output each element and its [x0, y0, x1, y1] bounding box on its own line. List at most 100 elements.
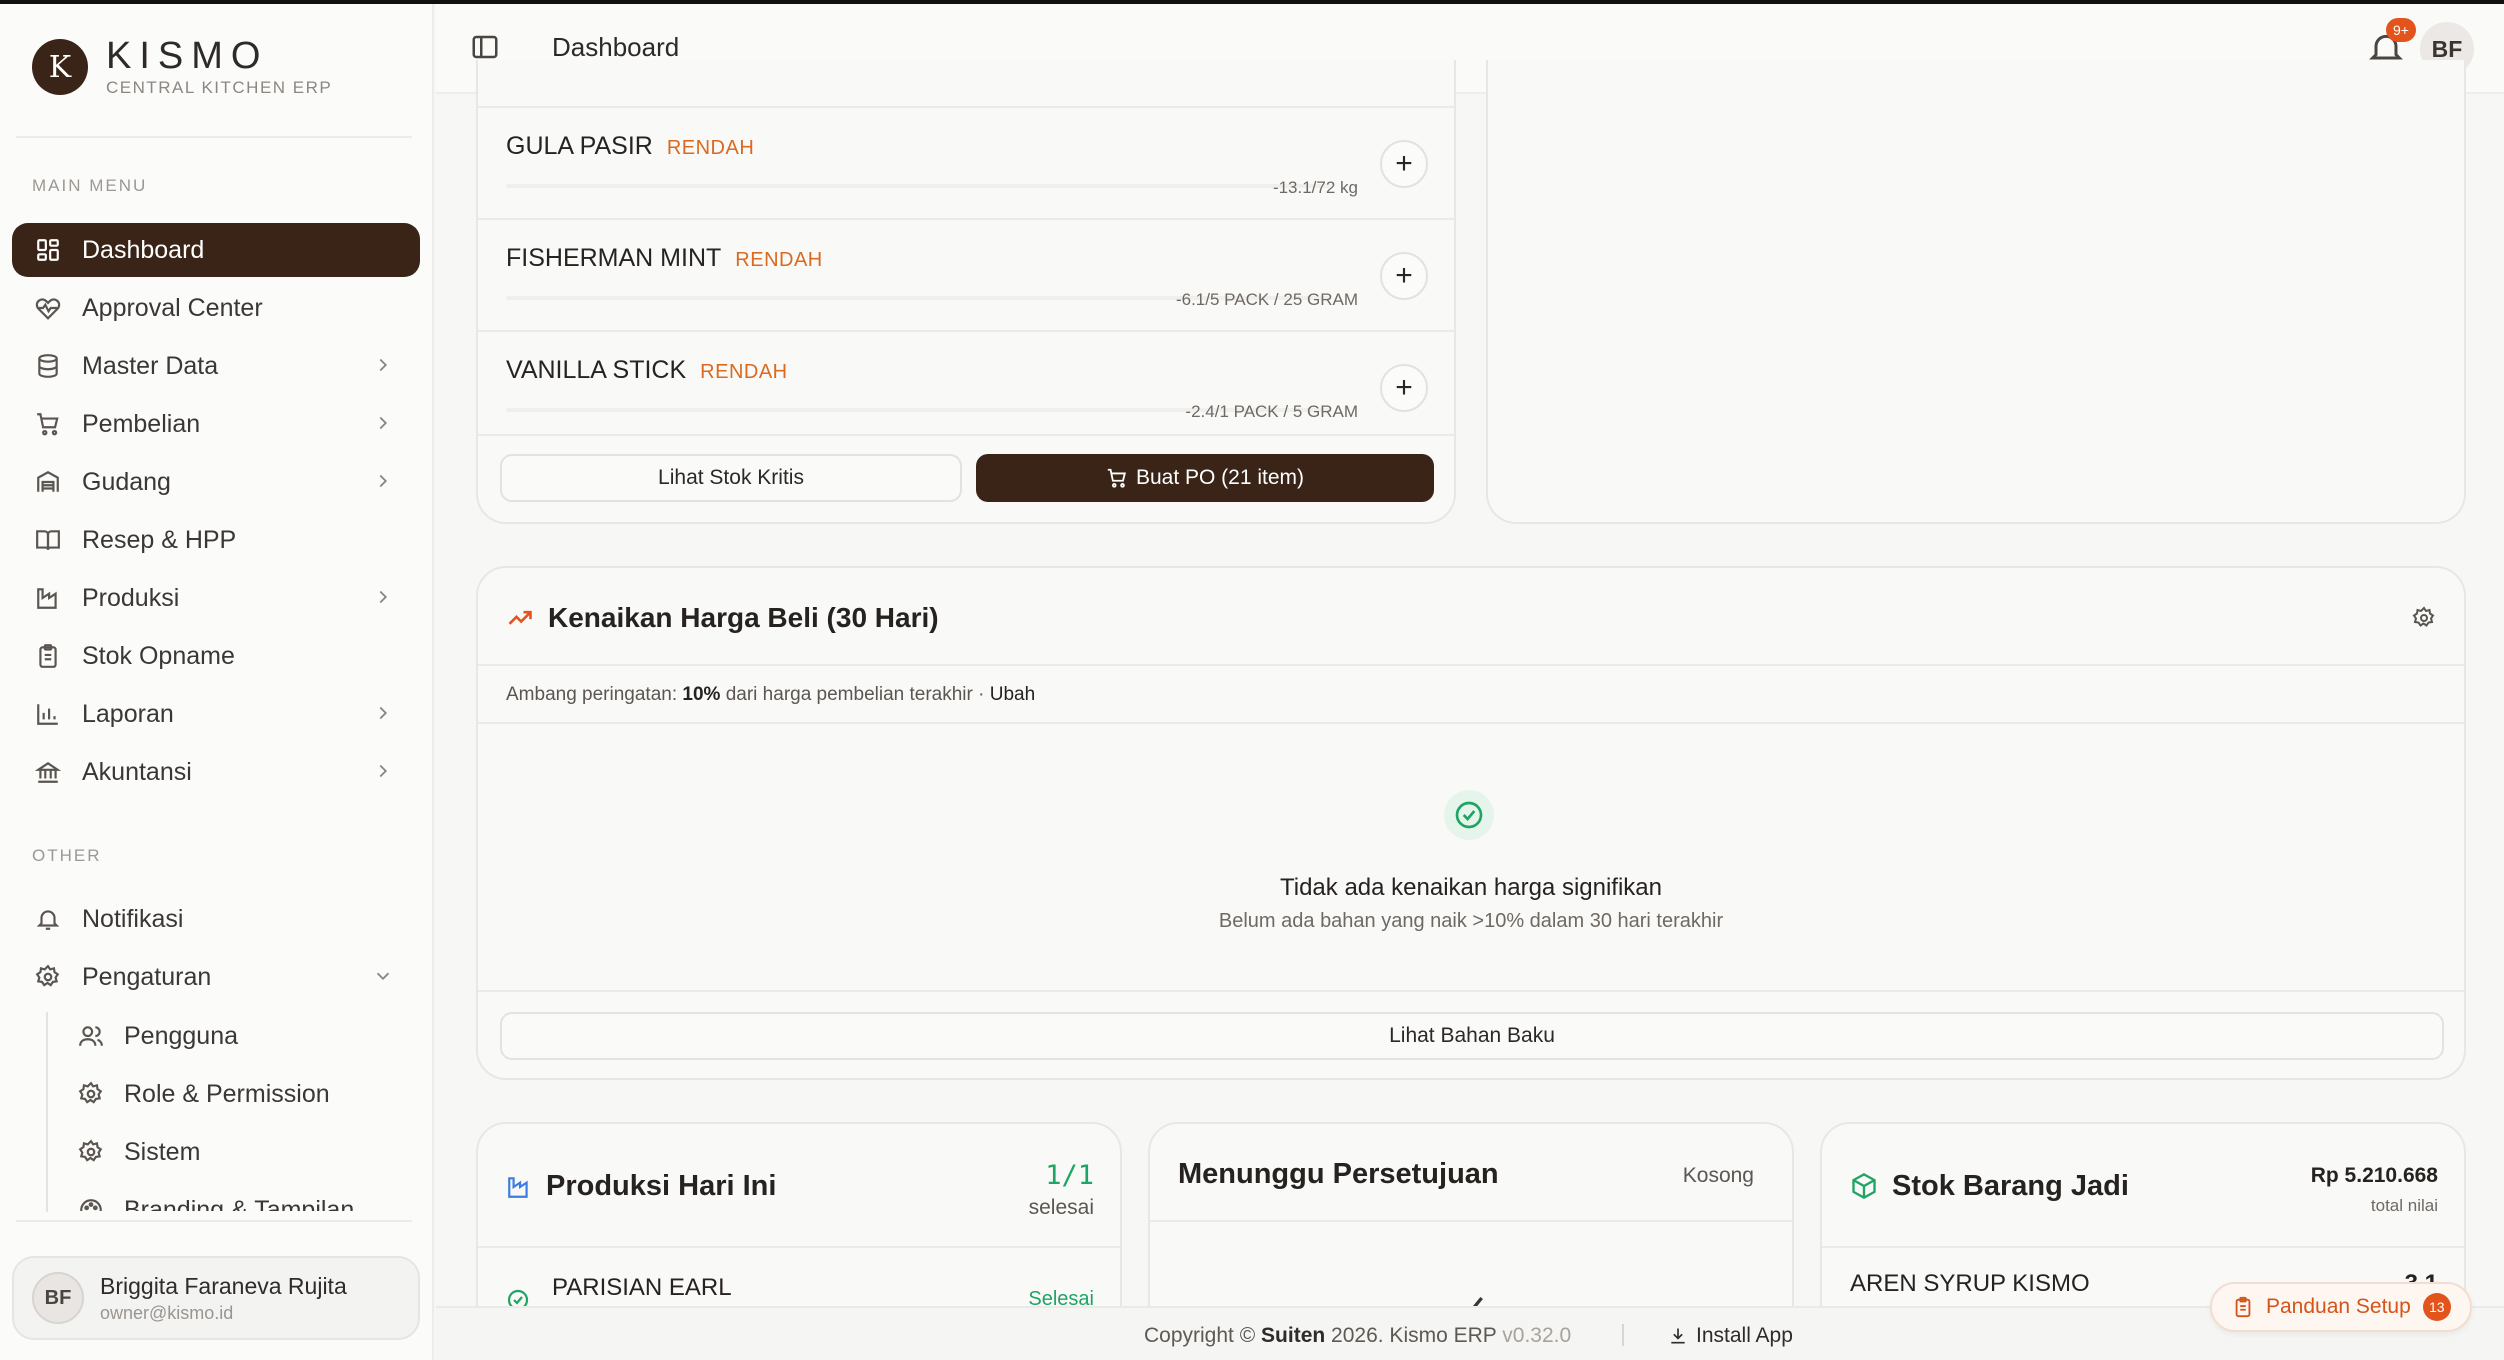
price-rise-card: Kenaikan Harga Beli (30 Hari) Ambang per… [476, 566, 2466, 1080]
install-app-button[interactable]: Install App [1668, 1324, 1793, 1348]
sidebar-item-label: Approval Center [82, 293, 263, 322]
package-icon [1852, 1172, 1876, 1200]
sidebar-item-resep-hpp[interactable]: Resep & HPP [12, 513, 420, 567]
sidebar-item-akuntansi[interactable]: Akuntansi [12, 745, 420, 799]
production-title: Produksi Hari Ini [546, 1170, 777, 1202]
database-icon [34, 352, 62, 380]
low-stock-card: GULA PASIR RENDAH -13.1/72 kg + FISHERMAN… [476, 60, 1456, 524]
sidebar-item-label: Gudang [82, 467, 171, 496]
sidebar-item-dashboard[interactable]: Dashboard [12, 223, 420, 277]
approval-status: Kosong [1682, 1164, 1754, 1187]
add-po-button[interactable]: + [1380, 364, 1428, 412]
sidebar-subitem-pengguna[interactable]: Pengguna [78, 1011, 418, 1061]
production-item-name: PARISIAN EARL [552, 1274, 732, 1301]
main-menu-label: MAIN MENU [32, 176, 148, 195]
change-threshold-link[interactable]: Ubah [990, 684, 1035, 705]
gear-icon [78, 1139, 104, 1165]
create-po-button[interactable]: Buat PO (21 item) [976, 454, 1434, 502]
check-circle-icon [1444, 790, 1494, 840]
sidebar-item-label: Pembelian [82, 409, 201, 438]
sidebar: K KISMO CENTRAL KITCHEN ERP MAIN MENU Da… [0, 0, 434, 1360]
sidebar-item-label: Akuntansi [82, 757, 192, 786]
sidebar-item-label: Resep & HPP [82, 525, 237, 554]
brand-subtitle: CENTRAL KITCHEN ERP [106, 78, 333, 97]
add-po-button[interactable]: + [1380, 252, 1428, 300]
factory-icon [508, 1177, 528, 1198]
divider [16, 136, 412, 138]
sidebar-item-notifikasi[interactable]: Notifikasi [12, 892, 420, 946]
bar-chart-icon [34, 700, 62, 728]
clipboard-icon [34, 642, 62, 670]
trending-up-icon [508, 610, 532, 625]
stock-qty: -2.4/1 PACK / 5 GRAM [1185, 402, 1358, 421]
sidebar-subitem-sistem[interactable]: Sistem [78, 1127, 418, 1177]
finished-item-name: AREN SYRUP KISMO [1850, 1270, 2090, 1297]
sidebar-item-label: Laporan [82, 699, 174, 728]
price-rise-title: Kenaikan Harga Beli (30 Hari) [548, 602, 939, 633]
stock-qty: -6.1/5 PACK / 25 GRAM [1175, 290, 1358, 309]
divider [478, 1246, 1120, 1248]
heart-pulse-icon [34, 294, 62, 322]
create-po-label: Buat PO (21 item) [1135, 466, 1305, 489]
divider [478, 722, 2464, 724]
brand-logo: K [32, 39, 88, 95]
sidebar-subitem-label: Sistem [124, 1137, 201, 1166]
production-count: 1/1 [1045, 1160, 1094, 1191]
chevron-down-icon [376, 972, 390, 981]
user-card[interactable]: BF Briggita Faraneva Rujita owner@kismo.… [12, 1256, 420, 1340]
book-icon [34, 526, 62, 554]
production-count-sub: selesai [1028, 1196, 1094, 1219]
status-badge: RENDAH [666, 137, 755, 159]
page-title: Dashboard [552, 32, 680, 62]
chevron-right-icon [379, 358, 388, 372]
chevron-right-icon [379, 706, 388, 720]
sidebar-item-gudang[interactable]: Gudang [12, 455, 420, 509]
sidebar-item-pengaturan[interactable]: Pengaturan [12, 950, 420, 1004]
sidebar-item-stok-opname[interactable]: Stok Opname [12, 629, 420, 683]
sidebar-item-pembelian[interactable]: Pembelian [12, 397, 420, 451]
gear-icon [34, 963, 62, 991]
avatar: BF [32, 1272, 84, 1324]
sidebar-item-produksi[interactable]: Produksi [12, 571, 420, 625]
sidebar-item-label: Notifikasi [82, 904, 184, 933]
sidebar-subitem-role-permission[interactable]: Role & Permission [78, 1069, 418, 1119]
version: v0.32.0 [1502, 1324, 1572, 1347]
clipboard-icon [2235, 1296, 2251, 1318]
finished-stock-total: Rp 5.210.668 [2310, 1164, 2438, 1187]
sidebar-item-label: Dashboard [82, 235, 205, 264]
stock-row: FISHERMAN MINT RENDAH -6.1/5 PACK / 25 GR… [478, 220, 1454, 332]
sidebar-toggle-icon[interactable] [470, 32, 500, 62]
divider [478, 664, 2464, 666]
sidebar-item-label: Stok Opname [82, 641, 235, 670]
chevron-right-icon [379, 590, 388, 604]
stock-progress-bar [506, 184, 1330, 188]
brand[interactable]: K KISMO CENTRAL KITCHEN ERP [32, 36, 332, 98]
palette-icon [78, 1197, 104, 1211]
sidebar-subitem-branding[interactable]: Branding & Tampilan [78, 1185, 418, 1211]
finished-stock-title: Stok Barang Jadi [1892, 1170, 2129, 1202]
user-name: Briggita Faraneva Rujita [100, 1272, 347, 1299]
empty-subtitle: Belum ada bahan yang naik >10% dalam 30 … [1218, 910, 1724, 932]
sidebar-item-master-data[interactable]: Master Data [12, 339, 420, 393]
gear-icon[interactable] [2412, 606, 2436, 630]
sidebar-item-approval-center[interactable]: Approval Center [12, 281, 420, 335]
stock-row: VANILLA STICK RENDAH -2.4/1 PACK / 5 GRAM… [478, 332, 1454, 436]
view-raw-materials-button[interactable]: Lihat Bahan Baku [500, 1012, 2444, 1060]
sidebar-item-laporan[interactable]: Laporan [12, 687, 420, 741]
download-icon [1671, 1328, 1685, 1344]
approval-title: Menunggu Persetujuan [1178, 1158, 1499, 1190]
sidebar-item-label: Master Data [82, 351, 219, 380]
users-icon [78, 1023, 104, 1049]
company-link[interactable]: Suiten [1261, 1324, 1325, 1347]
notification-badge: 9+ [2386, 18, 2416, 42]
plus-icon: + [1395, 147, 1413, 180]
setup-guide-button[interactable]: Panduan Setup 13 [2210, 1282, 2472, 1332]
add-po-button[interactable]: + [1380, 140, 1428, 188]
bell-icon [34, 905, 62, 933]
sidebar-subitem-clip: Branding & Tampilan [78, 1185, 418, 1211]
view-critical-stock-button[interactable]: Lihat Stok Kritis [500, 454, 962, 502]
footer: Copyright © Suiten 2026. Kismo ERP v0.32… [436, 1306, 2504, 1360]
sidebar-item-label: Produksi [82, 583, 180, 612]
stock-item-name: VANILLA STICK RENDAH [506, 356, 788, 384]
divider [1822, 1246, 2464, 1248]
